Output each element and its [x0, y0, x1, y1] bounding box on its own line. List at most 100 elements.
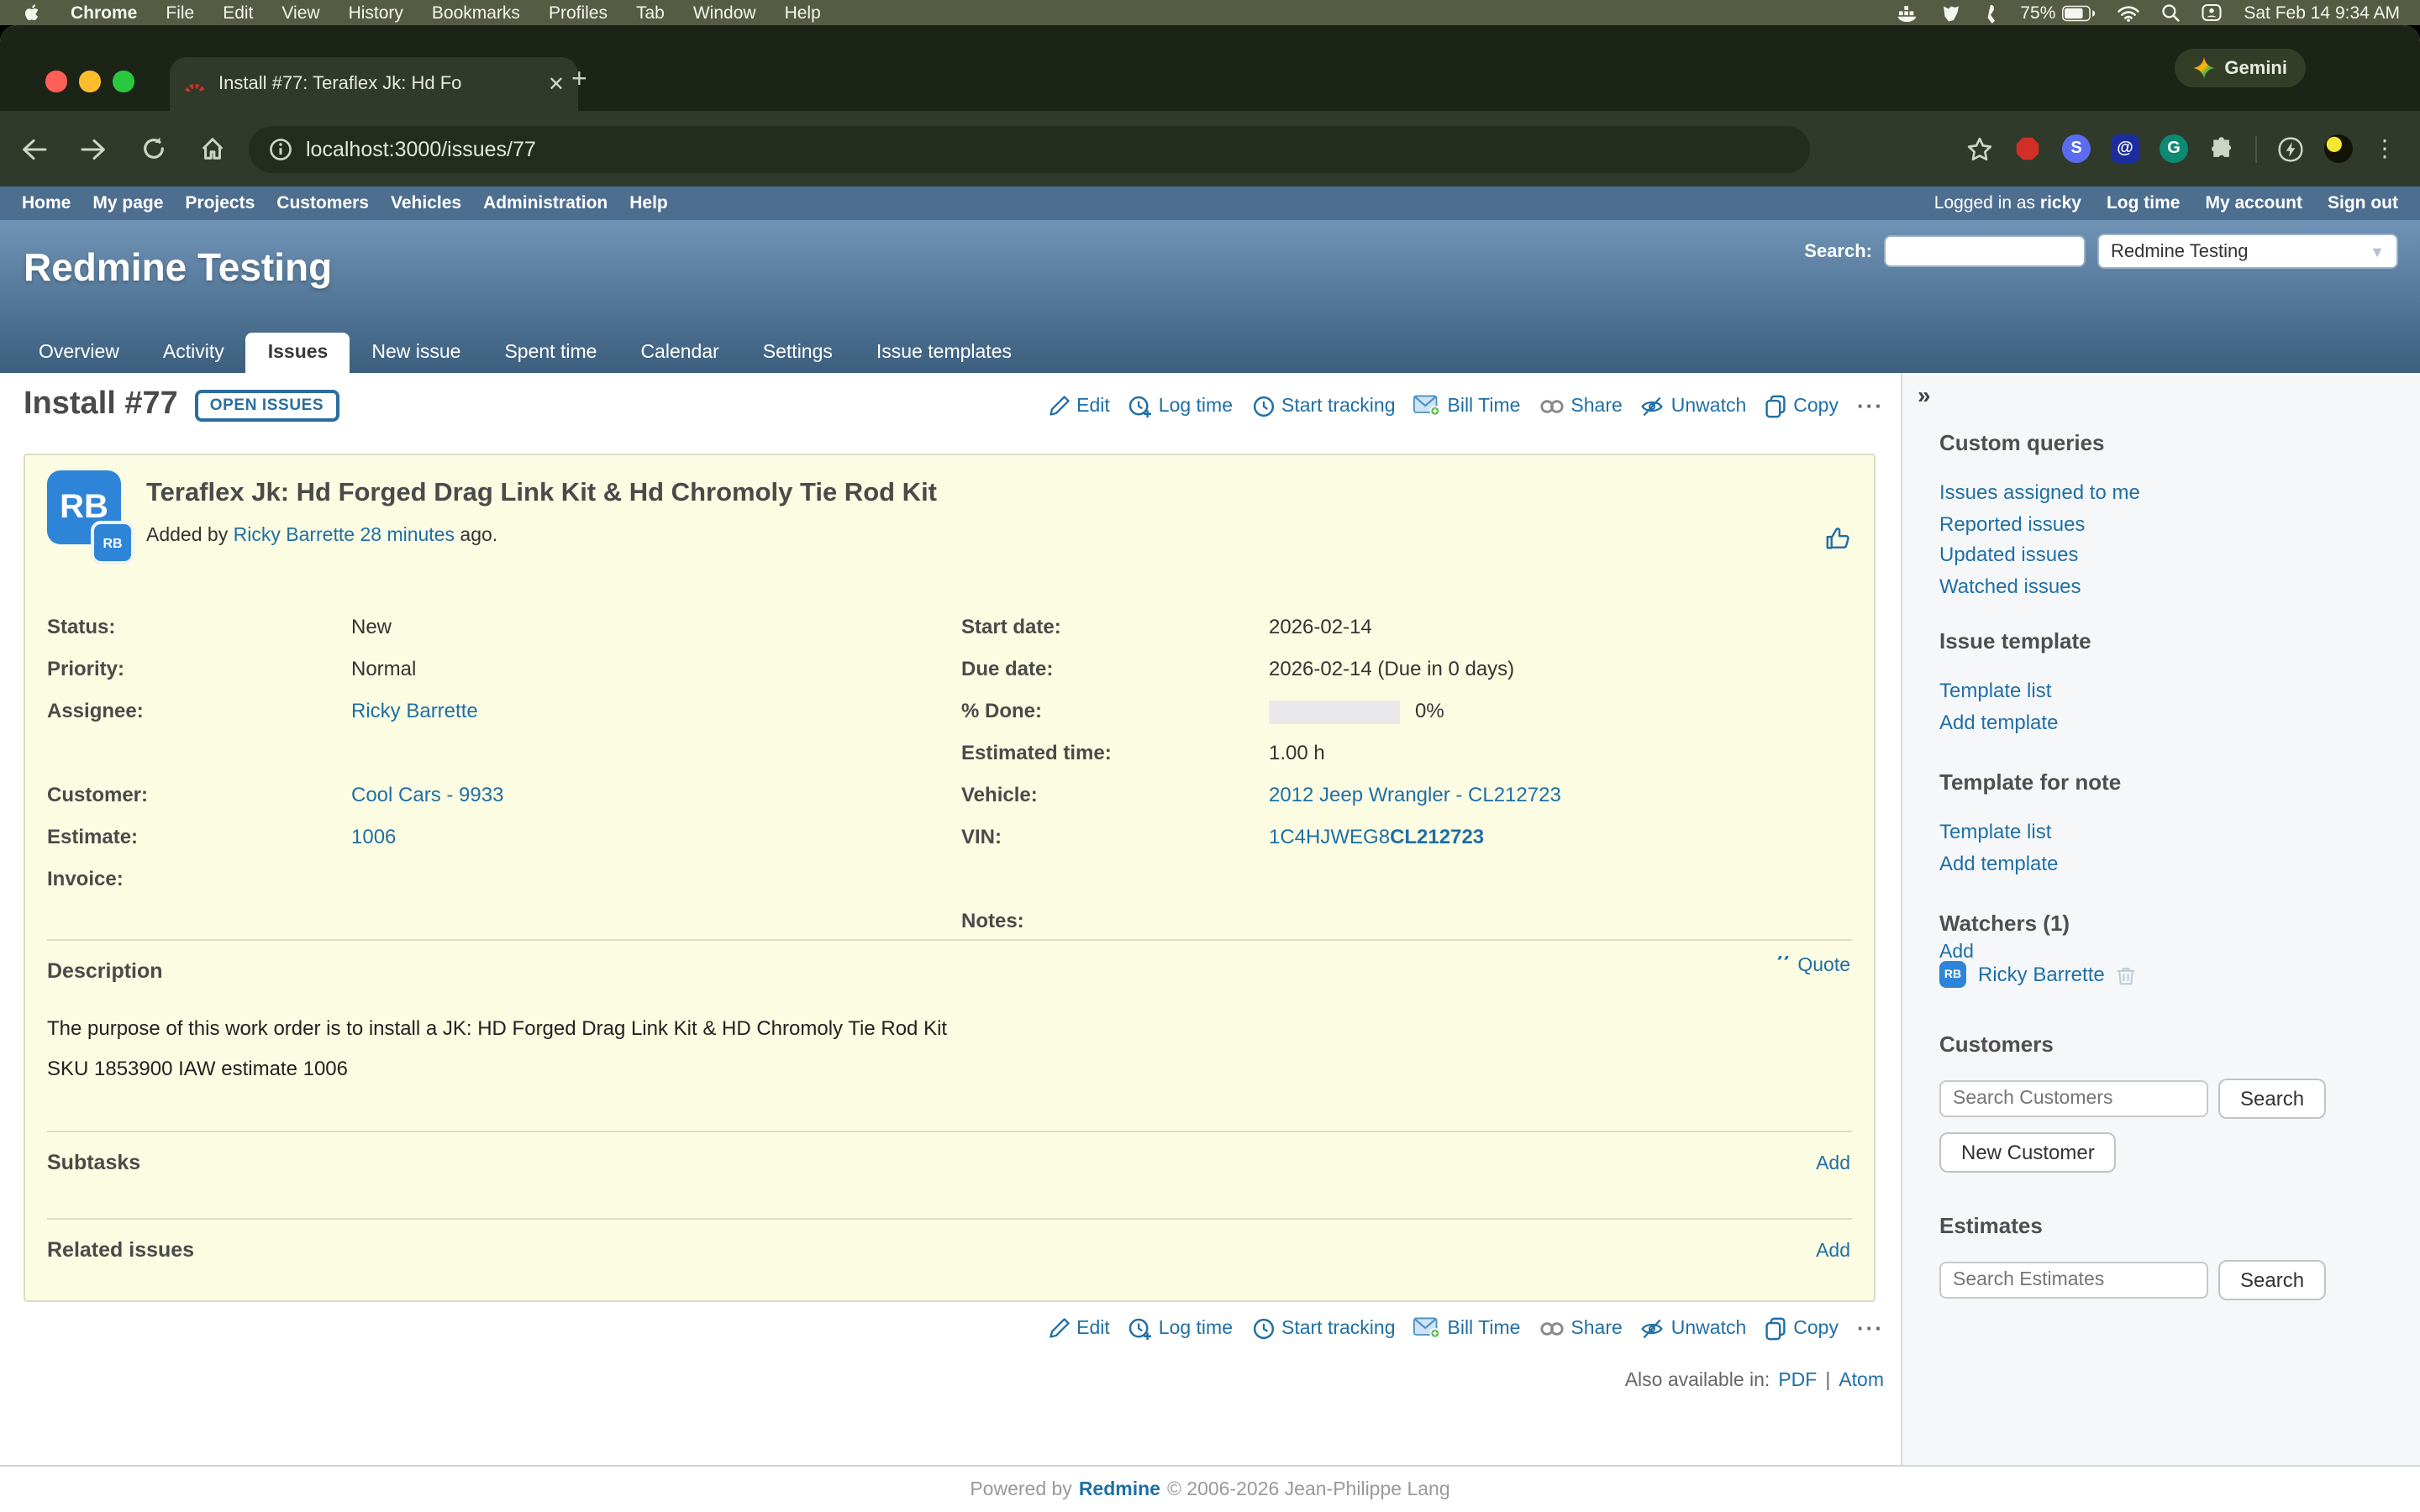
author-link[interactable]: Ricky Barrette [234, 526, 355, 546]
topnav-customers[interactable]: Customers [276, 193, 369, 213]
menu-item-profiles[interactable]: Profiles [549, 3, 608, 23]
fox-icon[interactable] [1941, 3, 1961, 22]
attr-assignee-link[interactable]: Ricky Barrette [351, 690, 961, 732]
menu-item-view[interactable]: View [281, 3, 319, 23]
search-input[interactable] [1884, 235, 2086, 267]
menu-item-chrome[interactable]: Chrome [71, 3, 137, 23]
profile-avatar[interactable] [2324, 134, 2353, 163]
extensions-puzzle-icon[interactable] [2208, 135, 2235, 162]
add-watcher-link[interactable]: Add [1939, 942, 1974, 963]
add-subtask-link[interactable]: Add [1816, 1154, 1850, 1174]
monkey-icon[interactable] [1983, 3, 1998, 23]
tab-overview[interactable]: Overview [17, 333, 141, 373]
edit-link[interactable]: Edit [1048, 395, 1110, 417]
attr-vin-link[interactable]: 1C4HJWEG8CL212723 [1269, 825, 1484, 848]
at-extension-icon[interactable]: @ [2111, 134, 2139, 163]
adblock-extension-icon[interactable] [2013, 134, 2042, 163]
copy-link[interactable]: Copy [1765, 394, 1839, 417]
bill-time-link[interactable]: Bill Time [1414, 1317, 1521, 1339]
gemini-button[interactable]: Gemini [2174, 49, 2306, 87]
topnav-help[interactable]: Help [629, 193, 668, 213]
attr-vehicle-link[interactable]: 2012 Jeep Wrangler - CL212723 [1269, 774, 1855, 816]
unwatch-link[interactable]: Unwatch [1641, 394, 1747, 417]
search-customers-input[interactable] [1939, 1080, 2208, 1117]
user-switch-icon[interactable] [2202, 3, 2222, 22]
menu-item-bookmarks[interactable]: Bookmarks [432, 3, 520, 23]
grammarly-extension-icon[interactable]: G [2160, 134, 2188, 163]
home-icon[interactable] [200, 136, 225, 161]
tab-new-issue[interactable]: New issue [350, 333, 482, 373]
tab-issues[interactable]: Issues [246, 333, 350, 373]
project-jump-select[interactable]: Redmine Testing ▼ [2097, 234, 2398, 269]
sidebar-link-add-template[interactable]: Add template [1939, 706, 2373, 738]
menu-item-window[interactable]: Window [693, 3, 756, 23]
added-time-link[interactable]: 28 minutes [360, 526, 455, 546]
chrome-menu-icon[interactable]: ⋮ [2373, 134, 2396, 163]
minimize-window-button[interactable] [79, 71, 100, 92]
search-estimates-input[interactable] [1939, 1262, 2208, 1299]
tab-activity[interactable]: Activity [141, 333, 246, 373]
zoom-window-button[interactable] [113, 71, 134, 92]
site-info-icon[interactable] [269, 137, 292, 160]
sidebar-link-issues-assigned[interactable]: Issues assigned to me [1939, 477, 2373, 508]
close-window-button[interactable] [45, 71, 66, 92]
sidebar-link-reported-issues[interactable]: Reported issues [1939, 508, 2373, 539]
memory-saver-icon[interactable] [2277, 135, 2304, 162]
menu-item-file[interactable]: File [166, 3, 194, 23]
watcher-name-link[interactable]: Ricky Barrette [1978, 963, 2105, 986]
log-time-link[interactable]: Log time [1128, 1316, 1233, 1340]
topnav-vehicles[interactable]: Vehicles [391, 193, 461, 213]
docker-icon[interactable] [1897, 3, 1919, 22]
tab-calendar[interactable]: Calendar [618, 333, 740, 373]
redmine-link[interactable]: Redmine [1079, 1480, 1160, 1500]
spotlight-icon[interactable] [2161, 3, 2180, 22]
battery-indicator[interactable]: 75% [2020, 3, 2096, 23]
topnav-administration[interactable]: Administration [483, 193, 608, 213]
edit-link[interactable]: Edit [1048, 1317, 1110, 1339]
pdf-link[interactable]: PDF [1778, 1371, 1817, 1391]
open-issues-badge[interactable]: OPEN ISSUES [195, 389, 339, 421]
sidebar-link-template-list[interactable]: Template list [1939, 675, 2373, 706]
sidebar-link-add-template-note[interactable]: Add template [1939, 848, 2373, 879]
search-customers-button[interactable]: Search [2218, 1079, 2326, 1119]
log-time-link[interactable]: Log time [1128, 394, 1233, 417]
share-link[interactable]: Share [1539, 396, 1622, 416]
sidebar-link-updated-issues[interactable]: Updated issues [1939, 539, 2373, 570]
thumbs-up-icon[interactable] [1825, 526, 1850, 551]
tab-settings[interactable]: Settings [741, 333, 855, 373]
menubar-clock[interactable]: Sat Feb 14 9:34 AM [2244, 3, 2400, 23]
reload-icon[interactable] [141, 136, 166, 161]
topnav-my-page[interactable]: My page [92, 193, 163, 213]
menu-item-edit[interactable]: Edit [223, 3, 253, 23]
quote-link[interactable]: ”Quote [1775, 956, 1850, 976]
menu-item-history[interactable]: History [349, 3, 403, 23]
new-tab-button[interactable]: + [571, 66, 587, 96]
search-estimates-button[interactable]: Search [2218, 1260, 2326, 1300]
menu-item-help[interactable]: Help [785, 3, 821, 23]
bookmark-star-icon[interactable] [1966, 135, 1993, 162]
topnav-log-time[interactable]: Log time [2107, 193, 2181, 213]
topnav-home[interactable]: Home [22, 193, 71, 213]
delete-watcher-icon[interactable] [2117, 963, 2137, 985]
back-icon[interactable] [20, 137, 47, 160]
s-extension-icon[interactable]: S [2062, 134, 2091, 163]
add-related-issue-link[interactable]: Add [1816, 1242, 1850, 1262]
browser-tab[interactable]: Install #77: Teraflex Jk: Hd Fo ✕ [170, 57, 578, 111]
menu-item-tab[interactable]: Tab [636, 3, 665, 23]
atom-link[interactable]: Atom [1839, 1371, 1884, 1391]
more-actions-icon[interactable]: ··· [1857, 1315, 1884, 1341]
apple-icon[interactable] [24, 2, 42, 24]
copy-link[interactable]: Copy [1765, 1316, 1839, 1340]
sidebar-link-watched-issues[interactable]: Watched issues [1939, 570, 2373, 601]
more-actions-icon[interactable]: ··· [1857, 393, 1884, 418]
start-tracking-link[interactable]: Start tracking [1251, 1316, 1396, 1340]
address-bar[interactable]: localhost:3000/issues/77 [249, 125, 1810, 172]
sidebar-link-template-list-note[interactable]: Template list [1939, 816, 2373, 848]
attr-customer-link[interactable]: Cool Cars - 9933 [351, 774, 961, 816]
topnav-my-account[interactable]: My account [2205, 193, 2302, 213]
tab-close-icon[interactable]: ✕ [548, 72, 565, 96]
tab-issue-templates[interactable]: Issue templates [855, 333, 1034, 373]
topnav-projects[interactable]: Projects [185, 193, 255, 213]
new-customer-button[interactable]: New Customer [1939, 1132, 2117, 1173]
forward-icon[interactable] [81, 137, 108, 160]
